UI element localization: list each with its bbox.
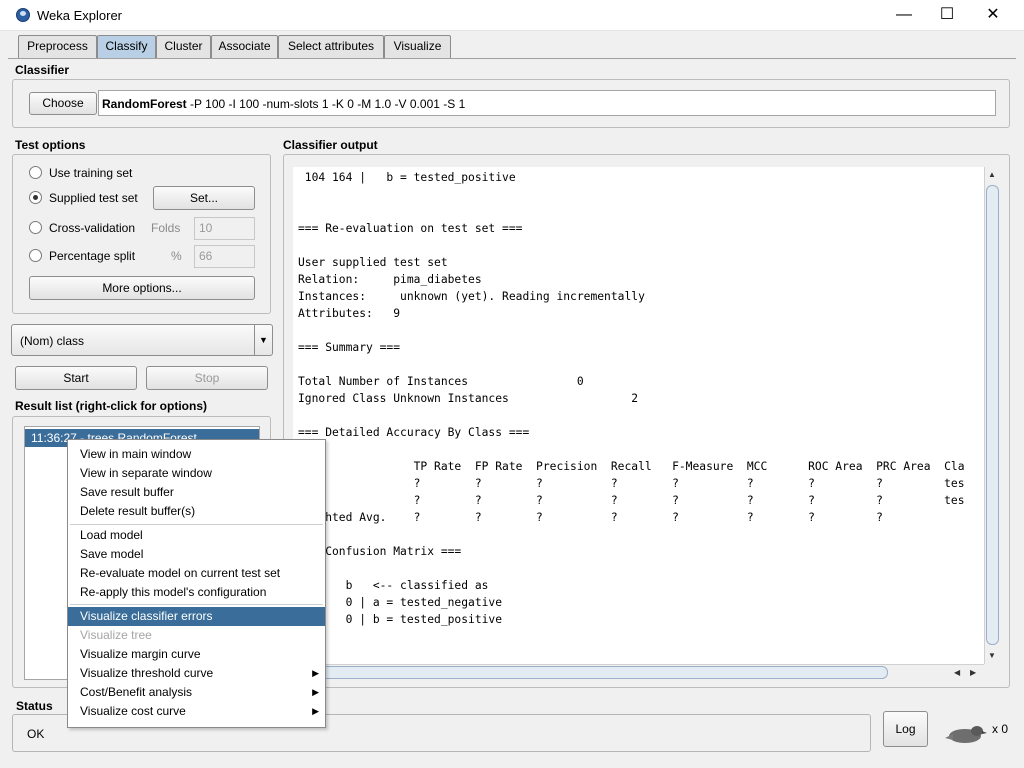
- chevron-down-icon[interactable]: ▼: [254, 325, 272, 355]
- folds-label: Folds: [151, 221, 181, 235]
- menu-visualize-cost-curve-label: Visualize cost curve: [80, 704, 186, 718]
- radio-use-training-set[interactable]: [29, 166, 42, 179]
- classifier-section-label: Classifier: [15, 63, 70, 77]
- task-count: x 0: [992, 722, 1009, 736]
- menu-view-separate-window[interactable]: View in separate window: [68, 464, 325, 483]
- output-text: 104 164 | b = tested_positive === Re-eva…: [298, 171, 965, 626]
- scroll-down-icon[interactable]: ▼: [988, 651, 996, 660]
- tab-classify[interactable]: Classify: [97, 35, 156, 58]
- weka-bird-icon[interactable]: [941, 722, 987, 746]
- menu-save-model[interactable]: Save model: [68, 545, 325, 564]
- menu-separator: [70, 524, 323, 525]
- menu-visualize-margin-curve[interactable]: Visualize margin curve: [68, 645, 325, 664]
- supplied-test-set-label: Supplied test set: [49, 191, 138, 205]
- menu-delete-result-buffer[interactable]: Delete result buffer(s): [68, 502, 325, 521]
- title-bar: Weka Explorer — ☐ ✕: [0, 0, 1024, 31]
- menu-cost-benefit-analysis[interactable]: Cost/Benefit analysis ▶: [68, 683, 325, 702]
- tab-select-attributes[interactable]: Select attributes: [278, 35, 384, 58]
- folds-input[interactable]: 10: [194, 217, 255, 240]
- tab-associate[interactable]: Associate: [211, 35, 278, 58]
- status-section-label: Status: [16, 699, 53, 713]
- stop-button[interactable]: Stop: [146, 366, 268, 390]
- menu-visualize-classifier-errors[interactable]: Visualize classifier errors: [68, 607, 325, 626]
- menu-view-main-window[interactable]: View in main window: [68, 445, 325, 464]
- weka-app-icon: [16, 8, 30, 22]
- percent-input[interactable]: 66: [194, 245, 255, 268]
- class-attribute-select[interactable]: (Nom) class ▼: [11, 324, 273, 356]
- menu-visualize-threshold-curve[interactable]: Visualize threshold curve ▶: [68, 664, 325, 683]
- choose-button[interactable]: Choose: [29, 92, 97, 115]
- classifier-output-label: Classifier output: [283, 138, 378, 152]
- cross-validation-label: Cross-validation: [49, 221, 136, 235]
- menu-re-evaluate-model[interactable]: Re-evaluate model on current test set: [68, 564, 325, 583]
- menu-visualize-tree: Visualize tree: [80, 628, 152, 642]
- menu-visualize-cost-curve[interactable]: Visualize cost curve ▶: [68, 702, 325, 721]
- result-context-menu: View in main window View in separate win…: [67, 439, 326, 728]
- output-horizontal-scrollbar[interactable]: ◀ ▶: [293, 664, 984, 680]
- radio-cross-validation[interactable]: [29, 221, 42, 234]
- radio-supplied-test-set[interactable]: [29, 191, 42, 204]
- submenu-arrow-icon: ▶: [312, 687, 319, 697]
- classifier-name: RandomForest: [102, 97, 187, 111]
- minimize-button[interactable]: —: [881, 4, 927, 26]
- tab-preprocess[interactable]: Preprocess: [18, 35, 97, 58]
- tab-cluster[interactable]: Cluster: [156, 35, 211, 58]
- output-vertical-scrollbar[interactable]: ▲ ▼: [984, 167, 1000, 664]
- percentage-split-label: Percentage split: [49, 249, 136, 263]
- submenu-arrow-icon: ▶: [312, 668, 319, 678]
- maximize-button[interactable]: ☐: [924, 4, 970, 26]
- horizontal-scroll-thumb[interactable]: [295, 666, 888, 679]
- menu-load-model[interactable]: Load model: [68, 526, 325, 545]
- scroll-right-icon[interactable]: ▶: [970, 668, 976, 677]
- radio-percentage-split[interactable]: [29, 249, 42, 262]
- percent-label: %: [171, 249, 182, 263]
- window-title: Weka Explorer: [37, 8, 123, 23]
- scroll-up-icon[interactable]: ▲: [988, 170, 996, 179]
- tab-visualize[interactable]: Visualize: [384, 35, 451, 58]
- menu-save-result-buffer[interactable]: Save result buffer: [68, 483, 325, 502]
- class-attribute-value: (Nom) class: [20, 334, 85, 348]
- menu-cost-benefit-analysis-label: Cost/Benefit analysis: [80, 685, 193, 699]
- vertical-scroll-thumb[interactable]: [986, 185, 999, 645]
- use-training-set-label: Use training set: [49, 166, 133, 180]
- more-options-button[interactable]: More options...: [29, 276, 255, 300]
- start-button[interactable]: Start: [15, 366, 137, 390]
- status-text: OK: [27, 727, 45, 741]
- classifier-args: -P 100 -I 100 -num-slots 1 -K 0 -M 1.0 -…: [186, 97, 466, 111]
- classifier-output-text[interactable]: 104 164 | b = tested_positive === Re-eva…: [293, 167, 984, 664]
- set-test-file-button[interactable]: Set...: [153, 186, 255, 210]
- submenu-arrow-icon: ▶: [312, 706, 319, 716]
- scroll-left-icon[interactable]: ◀: [954, 668, 960, 677]
- log-button[interactable]: Log: [883, 711, 928, 747]
- close-button[interactable]: ✕: [970, 4, 1016, 26]
- menu-visualize-threshold-curve-label: Visualize threshold curve: [80, 666, 214, 680]
- menu-separator: [70, 604, 323, 605]
- result-list-label: Result list (right-click for options): [15, 399, 208, 413]
- classifier-config-field[interactable]: RandomForest -P 100 -I 100 -num-slots 1 …: [98, 90, 996, 116]
- test-options-label: Test options: [15, 138, 86, 152]
- menu-re-apply-configuration[interactable]: Re-apply this model's configuration: [68, 583, 325, 602]
